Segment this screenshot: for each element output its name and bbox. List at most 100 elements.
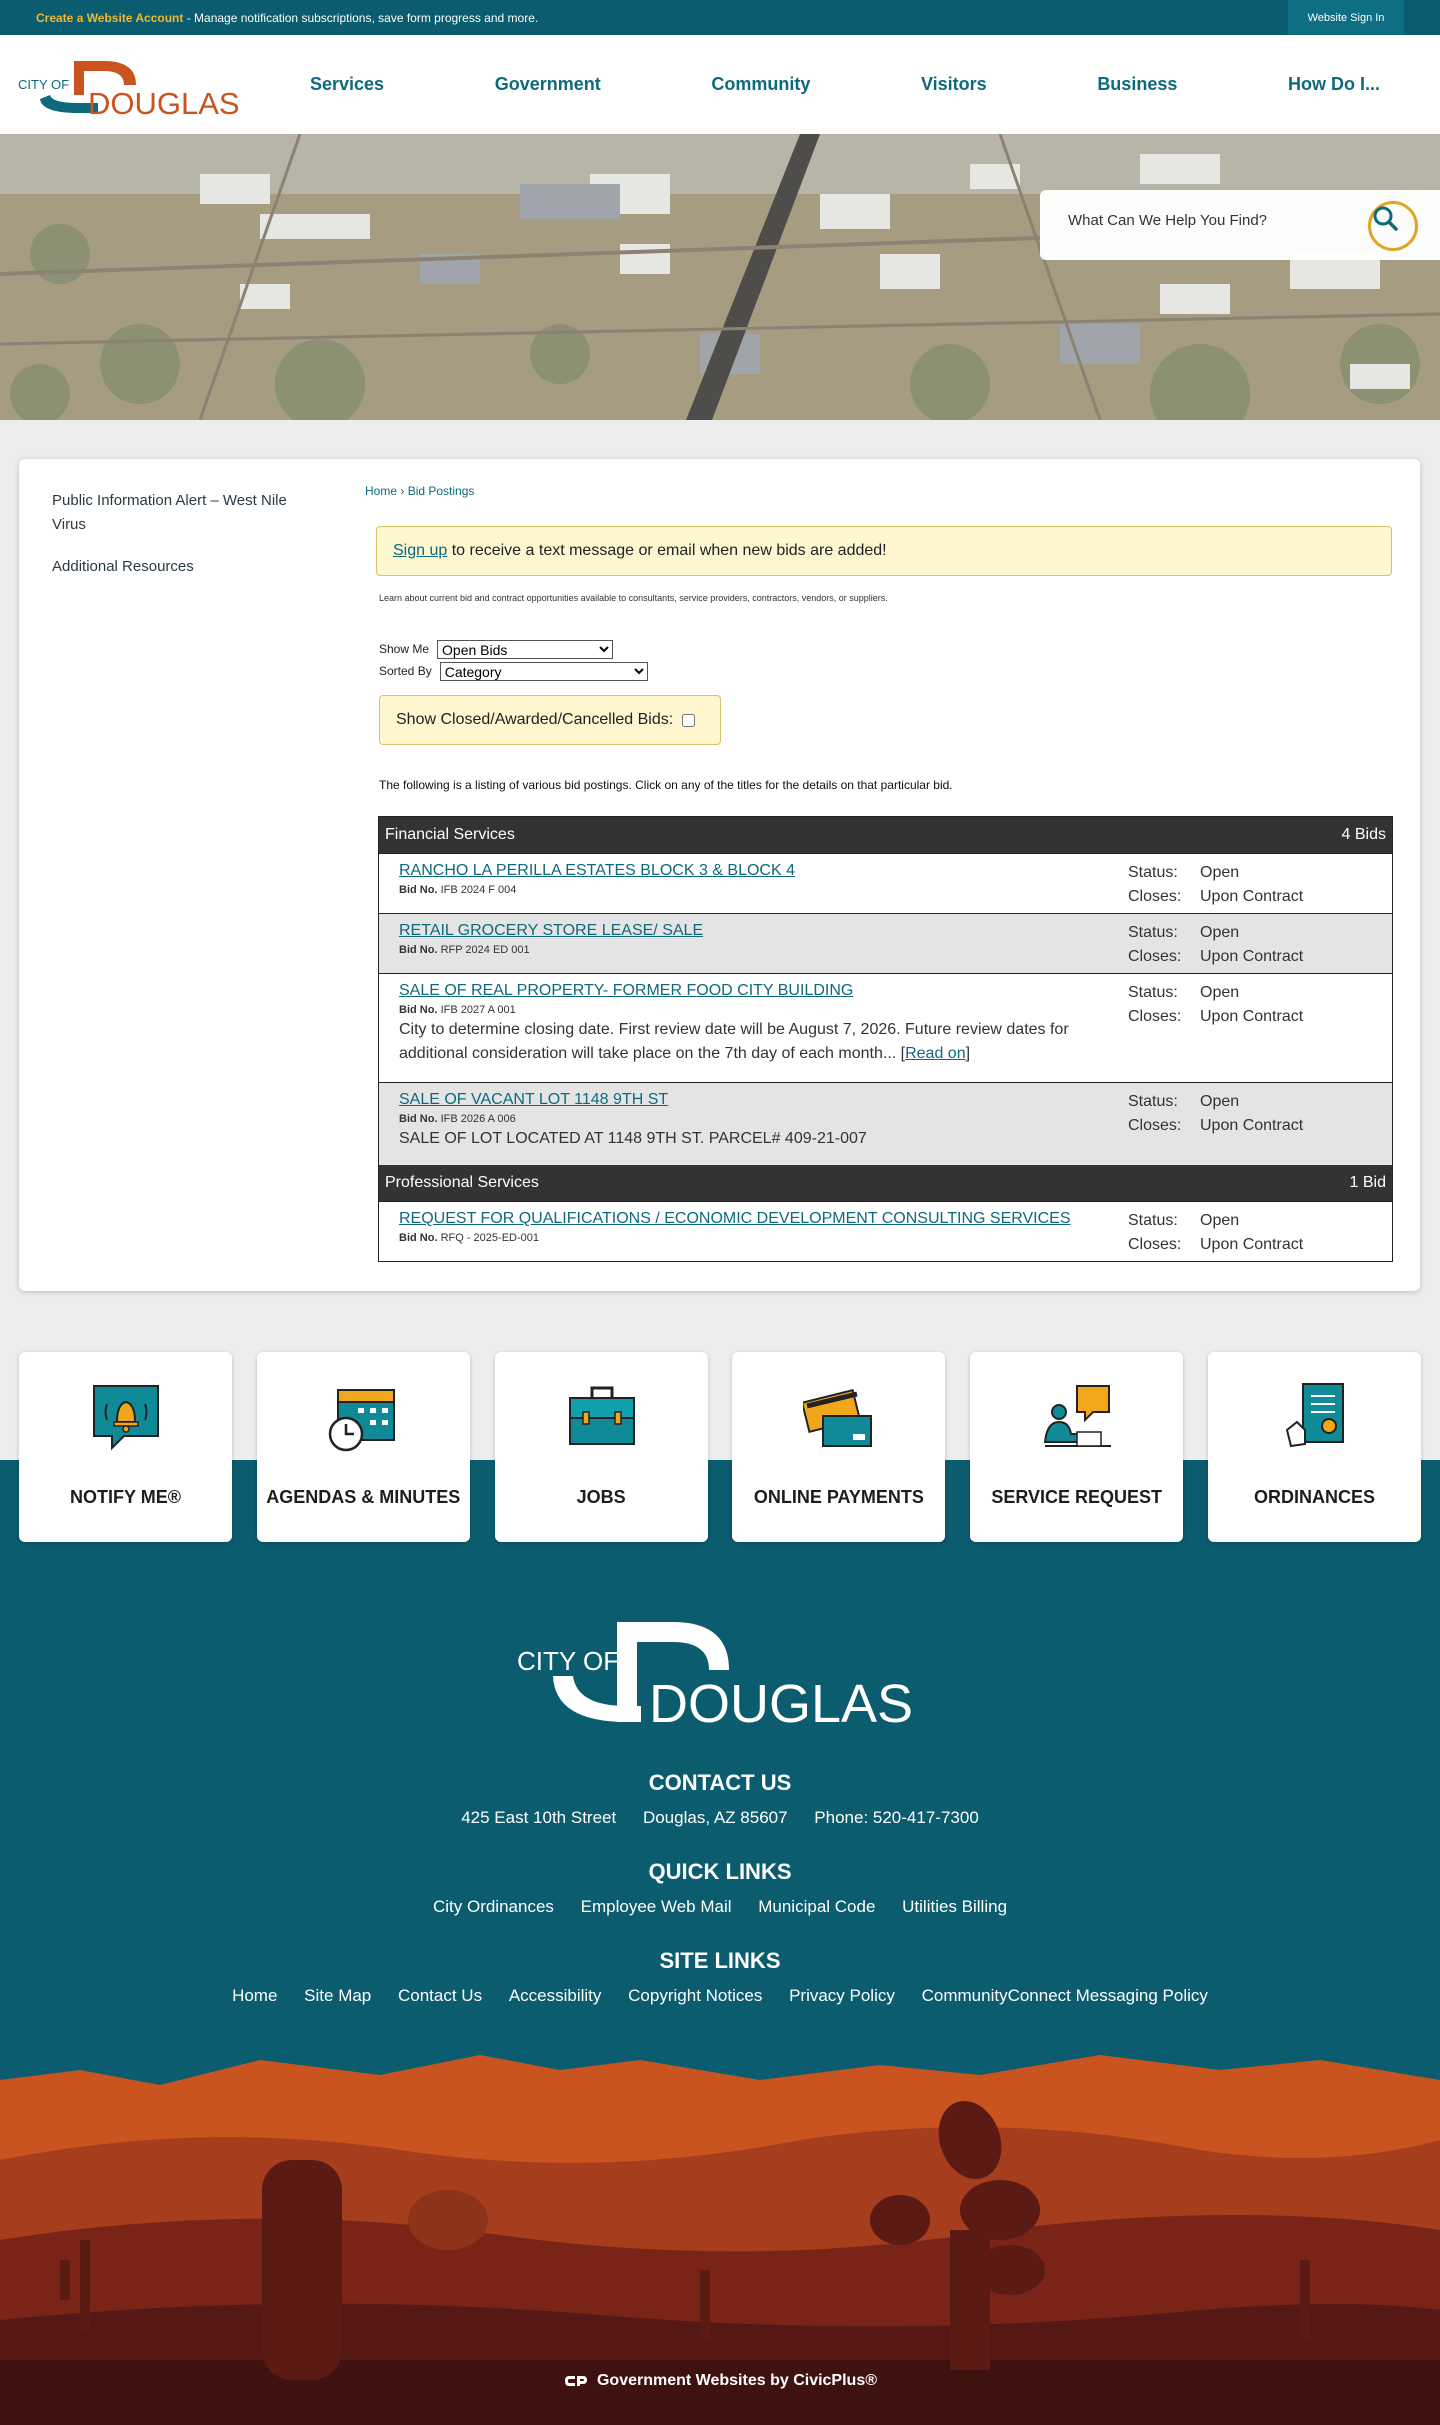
category-count: 1 Bid bbox=[1349, 1174, 1386, 1191]
bid-number-value: IFB 2027 A 001 bbox=[440, 1004, 516, 1016]
bid-number-label: Bid No. bbox=[399, 1004, 438, 1016]
tile-notify-me[interactable]: NOTIFY ME® bbox=[19, 1352, 232, 1542]
site-link-copyright-notices[interactable]: Copyright Notices bbox=[628, 1986, 762, 2005]
contact-address: 425 East 10th Street bbox=[461, 1808, 617, 1827]
site-links-heading: SITE LINKS bbox=[659, 1948, 781, 1973]
civicplus-logo-icon bbox=[564, 2376, 587, 2386]
document-certificate-icon bbox=[1285, 1383, 1344, 1448]
tile-jobs[interactable]: JOBS bbox=[494, 1352, 708, 1542]
closes-value: Upon Contract bbox=[1200, 888, 1304, 905]
bid-number-label: Bid No. bbox=[399, 1113, 438, 1125]
closes-label: Closes: bbox=[1128, 1117, 1182, 1134]
status-label: Status: bbox=[1128, 924, 1178, 941]
site-link-site-map[interactable]: Site Map bbox=[304, 1986, 371, 2005]
site-links: Home Site Map Contact Us Accessibility C… bbox=[0, 1986, 1440, 2006]
bid-number-value: RFQ - 2025-ED-001 bbox=[440, 1232, 539, 1244]
footer-logo-douglas: DOUGLAS bbox=[649, 1674, 913, 1728]
nav-community[interactable]: Community bbox=[711, 74, 810, 95]
status-value: Open bbox=[1200, 1093, 1240, 1110]
closed-bids-checkbox[interactable] bbox=[682, 713, 696, 727]
bid-row: RETAIL GROCERY STORE LEASE/ SALE Bid No.… bbox=[379, 913, 1392, 973]
quick-link-city-ordinances[interactable]: City Ordinances bbox=[433, 1897, 554, 1916]
bid-number-label: Bid No. bbox=[399, 884, 438, 896]
status-label: Status: bbox=[1128, 1093, 1178, 1110]
bid-row: SALE OF REAL PROPERTY- FORMER FOOD CITY … bbox=[379, 973, 1392, 1082]
service-request-icon bbox=[1044, 1385, 1112, 1447]
city-logo[interactable]: CITY OF DOUGLAS bbox=[18, 55, 248, 121]
category-header: Professional Services 1 Bid bbox=[379, 1165, 1392, 1201]
bid-number-label: Bid No. bbox=[399, 944, 438, 956]
logo-city-of-text: CITY OF bbox=[18, 77, 69, 92]
bid-row: RANCHO LA PERILLA ESTATES BLOCK 3 & BLOC… bbox=[379, 853, 1392, 913]
tile-label: NOTIFY ME® bbox=[70, 1487, 181, 1507]
contact-info: 425 East 10th Street Douglas, AZ 85607 P… bbox=[0, 1808, 1440, 1828]
quick-link-municipal-code[interactable]: Municipal Code bbox=[758, 1897, 875, 1916]
tile-service-request[interactable]: SERVICE REQUEST bbox=[970, 1352, 1184, 1542]
credit-cards-icon bbox=[803, 1388, 873, 1447]
nav-how-do-i[interactable]: How Do I... bbox=[1288, 74, 1380, 95]
bid-row: REQUEST FOR QUALIFICATIONS / ECONOMIC DE… bbox=[379, 1201, 1392, 1261]
breadcrumb-home[interactable]: Home bbox=[365, 484, 397, 498]
closed-bids-label: Show Closed/Awarded/Cancelled Bids: bbox=[396, 711, 674, 728]
category-name: Financial Services bbox=[385, 826, 515, 843]
civicplus-text: Government Websites by CivicPlus® bbox=[596, 2372, 878, 2389]
sorted-by-select[interactable]: Category bbox=[439, 661, 648, 681]
read-on-link[interactable]: Read on bbox=[905, 1045, 966, 1062]
closes-value: Upon Contract bbox=[1200, 948, 1304, 965]
closes-value: Upon Contract bbox=[1200, 1117, 1304, 1134]
show-me-select[interactable]: Open Bids bbox=[437, 639, 614, 659]
site-link-accessibility[interactable]: Accessibility bbox=[509, 1986, 602, 2005]
nav-business[interactable]: Business bbox=[1097, 74, 1177, 95]
quick-link-utilities-billing[interactable]: Utilities Billing bbox=[902, 1897, 1007, 1916]
closes-label: Closes: bbox=[1128, 948, 1182, 965]
briefcase-icon bbox=[568, 1386, 635, 1445]
contact-heading: CONTACT US bbox=[648, 1770, 792, 1795]
breadcrumb-separator: › bbox=[400, 484, 405, 498]
footer-logo-city-of: CITY OF bbox=[517, 1646, 619, 1676]
bell-chat-icon bbox=[93, 1385, 159, 1451]
contact-phone[interactable]: Phone: 520-417-7300 bbox=[814, 1808, 978, 1827]
logo-douglas-text: DOUGLAS bbox=[88, 86, 240, 117]
desert-landscape-illustration bbox=[0, 2055, 1440, 2425]
tile-ordinances[interactable]: ORDINANCES bbox=[1207, 1352, 1421, 1542]
bid-filters: Show Me Open Bids Sorted By Category bbox=[379, 638, 648, 682]
tile-agendas-minutes[interactable]: AGENDAS & MINUTES bbox=[256, 1352, 470, 1542]
bid-number-value: IFB 2024 F 004 bbox=[440, 884, 517, 896]
nav-visitors[interactable]: Visitors bbox=[921, 74, 987, 95]
bid-status: Status: Open Closes: Upon Contract bbox=[1128, 921, 1303, 969]
quick-links: City Ordinances Employee Web Mail Munici… bbox=[0, 1897, 1440, 1917]
main-nav: Services Government Community Visitors B… bbox=[280, 35, 1410, 134]
signup-link[interactable]: Sign up bbox=[393, 542, 447, 559]
closes-value: Upon Contract bbox=[1200, 1008, 1304, 1025]
site-link-contact-us[interactable]: Contact Us bbox=[398, 1986, 482, 2005]
search-button[interactable] bbox=[1368, 201, 1418, 251]
nav-services[interactable]: Services bbox=[310, 74, 384, 95]
footer-logo[interactable]: CITY OF DOUGLAS bbox=[517, 1618, 923, 1734]
create-account-link[interactable]: Create a Website Account bbox=[36, 11, 183, 25]
intro-text: Learn about current bid and contract opp… bbox=[379, 593, 888, 603]
civicplus-credit[interactable]: Government Websites by CivicPlus® bbox=[0, 2372, 1440, 2390]
site-link-communityconnect-policy[interactable]: CommunityConnect Messaging Policy bbox=[922, 1986, 1208, 2005]
bid-status: Status: Open Closes: Upon Contract bbox=[1128, 861, 1303, 909]
quick-tiles: NOTIFY ME® AGENDAS & MINUTES JOBS ONLINE… bbox=[19, 1352, 1421, 1542]
sidebar-item-additional-resources[interactable]: Additional Resources bbox=[52, 555, 312, 579]
sidebar-item-west-nile-alert[interactable]: Public Information Alert – West Nile Vir… bbox=[52, 489, 312, 537]
site-link-privacy-policy[interactable]: Privacy Policy bbox=[789, 1986, 895, 2005]
status-label: Status: bbox=[1128, 984, 1178, 1001]
show-me-label: Show Me bbox=[379, 642, 430, 656]
bid-description-text: City to determine closing date. First re… bbox=[399, 1021, 1069, 1062]
aerial-town-image bbox=[0, 134, 1440, 420]
search-input[interactable] bbox=[1068, 212, 1368, 229]
tile-online-payments[interactable]: ONLINE PAYMENTS bbox=[732, 1352, 946, 1542]
breadcrumb-current[interactable]: Bid Postings bbox=[408, 484, 475, 498]
tile-label: JOBS bbox=[576, 1487, 626, 1507]
bid-status: Status: Open Closes: Upon Contract bbox=[1128, 1090, 1303, 1138]
nav-government[interactable]: Government bbox=[495, 74, 601, 95]
site-link-home[interactable]: Home bbox=[232, 1986, 277, 2005]
contact-city: Douglas, AZ 85607 bbox=[642, 1808, 788, 1827]
closes-label: Closes: bbox=[1128, 1008, 1182, 1025]
bid-description: City to determine closing date. First re… bbox=[399, 1021, 1069, 1062]
quick-link-employee-web-mail[interactable]: Employee Web Mail bbox=[581, 1897, 732, 1916]
status-value: Open bbox=[1200, 1212, 1240, 1229]
website-sign-in-button[interactable]: Website Sign In bbox=[1288, 0, 1404, 35]
